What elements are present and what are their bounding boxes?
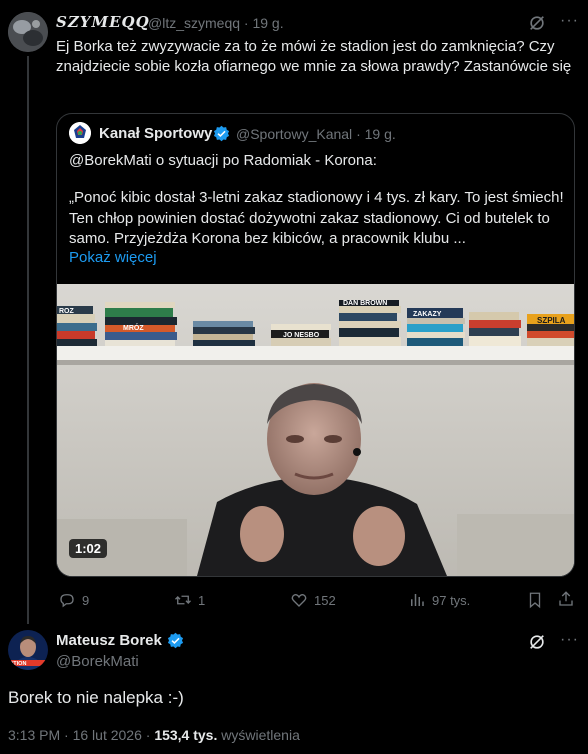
main-author-handle[interactable]: @BorekMati [56,653,139,670]
main-tweet-text: Borek to nie nalepka :-) [8,688,184,707]
reply-author-name[interactable]: SZYMEQQ [56,13,150,31]
tweet-views-count: 153,4 tys. [154,727,218,743]
views-count: 97 tys. [432,592,471,608]
grok-icon[interactable] [528,633,546,651]
quote-handle-and-time[interactable]: @Sportowy_Kanal · 19 g. [236,126,396,142]
reply-action[interactable]: 9 [58,591,89,609]
reply-author-handle-and-time[interactable]: @ltz_szymeqq · 19 g. [148,15,284,31]
video-player[interactable]: ROZ MRÓZ JO NESBO DAN BROWN ZAKAZY SZPIL… [57,284,574,576]
verified-badge-icon [167,632,184,649]
book-label-nesbo: JO NESBO [283,332,320,339]
main-author-name[interactable]: Mateusz Borek [56,632,162,649]
verified-badge-icon [213,125,230,142]
reply-icon [60,594,74,608]
quote-author-handle[interactable]: @Sportowy_Kanal [236,126,352,142]
tweet-meta: 3:13 PM · 16 lut 2026 · 153,4 tys. wyświ… [8,727,300,743]
reply-author-handle[interactable]: @ltz_szymeqq [148,15,240,31]
repost-icon [175,595,191,605]
video-duration-badge: 1:02 [69,539,108,558]
thread-line [27,56,29,624]
heart-icon [291,594,307,607]
grok-icon[interactable] [528,14,546,32]
quoted-tweet-card[interactable]: Kanał Sportowy @Sportowy_Kanal · 19 g. @… [56,113,575,577]
quote-avatar[interactable] [69,122,91,144]
quote-body: „Ponoć kibic dostał 3-letni zakaz stadio… [69,189,564,247]
main-avatar[interactable]: OTION [8,630,48,670]
repost-count: 1 [198,592,206,608]
book-label-mroz: MRÓZ [123,323,144,332]
avatar-overlay-text: OTION [9,661,26,667]
more-options-icon[interactable]: ··· [560,631,579,649]
more-options-icon[interactable]: ··· [560,12,579,30]
like-count: 152 [314,592,336,608]
tweet-views-label: wyświetlenia [217,727,300,743]
reply-time[interactable]: · 19 g. [244,15,284,31]
book-label-zakazy: ZAKAZY [413,311,442,318]
bookmark-icon[interactable] [526,591,544,609]
book-label-szpila: SZPILA [537,316,566,325]
share-icon[interactable] [557,590,575,608]
quote-intro: @BorekMati o sytuacji po Radomiak - Koro… [69,152,377,169]
book-label-brown: DAN BROWN [343,300,387,307]
views-chart-icon [411,594,424,606]
reply-avatar[interactable] [8,12,48,52]
reply-text: Ej Borka też zwyzywacie za to że mówi że… [56,38,572,75]
tweet-timestamp[interactable]: 3:13 PM · 16 lut 2026 · [8,727,154,743]
quote-author-name[interactable]: Kanał Sportowy [99,125,212,142]
video-frame: ROZ MRÓZ JO NESBO DAN BROWN ZAKAZY SZPIL… [57,284,574,576]
repost-action[interactable]: 1 [174,591,205,609]
show-more-link[interactable]: Pokaż więcej [69,249,157,266]
book-label-roz: ROZ [59,308,75,315]
views-action[interactable]: 97 tys. [408,591,470,609]
reply-count: 9 [82,592,90,608]
quote-time[interactable]: · 19 g. [356,126,396,142]
like-action[interactable]: 152 [290,591,336,609]
